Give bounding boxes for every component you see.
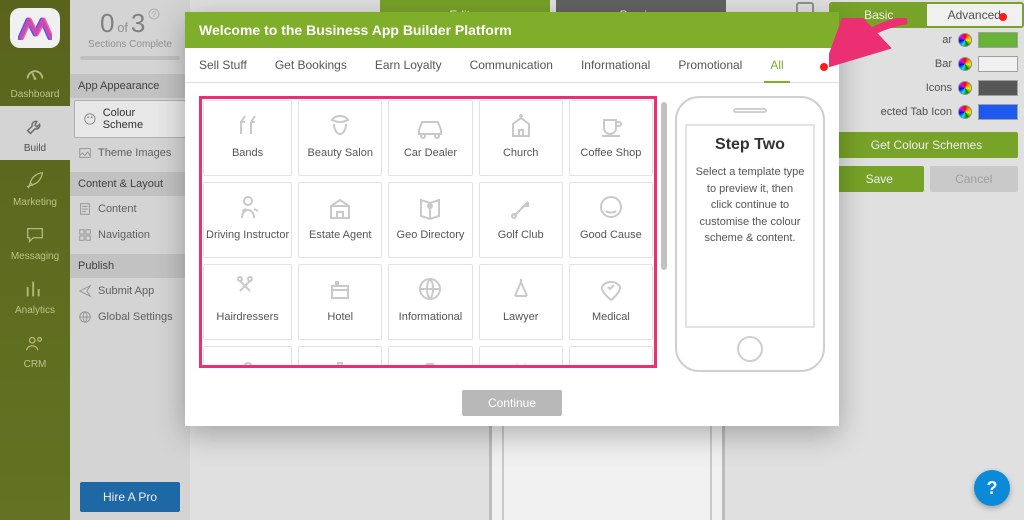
tab-all[interactable]: All	[756, 48, 797, 82]
modal-title: Welcome to the Business App Builder Plat…	[185, 12, 839, 48]
tab-promotional[interactable]: Promotional	[664, 48, 756, 82]
template-label: Coffee Shop	[572, 147, 650, 159]
template-tile[interactable]	[569, 346, 653, 368]
template-tile[interactable]: Good Cause	[569, 182, 653, 258]
template-tile[interactable]: Bands	[203, 100, 292, 176]
template-icon	[572, 189, 650, 225]
template-label: Hairdressers	[206, 311, 289, 323]
annotation-dot	[820, 63, 828, 71]
template-tile[interactable]	[203, 346, 292, 368]
template-label: Medical	[572, 311, 650, 323]
template-label: Golf Club	[482, 229, 560, 241]
template-label: Estate Agent	[301, 229, 379, 241]
template-label: Informational	[391, 311, 469, 323]
step-body: Select a template type to preview it, th…	[695, 164, 805, 247]
template-tile[interactable]: Geo Directory	[388, 182, 472, 258]
template-tile[interactable]	[479, 346, 563, 368]
template-label: Beauty Salon	[301, 147, 379, 159]
template-icon	[482, 271, 560, 307]
template-icon	[391, 107, 469, 143]
template-icon	[391, 189, 469, 225]
template-tile[interactable]: Hairdressers	[203, 264, 292, 340]
tab-sell-stuff[interactable]: Sell Stuff	[185, 48, 261, 82]
template-tile[interactable]: Church	[479, 100, 563, 176]
tab-informational[interactable]: Informational	[567, 48, 664, 82]
tab-get-bookings[interactable]: Get Bookings	[261, 48, 361, 82]
annotation-dot	[999, 13, 1007, 21]
template-icon	[391, 353, 469, 368]
template-tile[interactable]: Medical	[569, 264, 653, 340]
template-label: Geo Directory	[391, 229, 469, 241]
template-grid: Bands Beauty Salon Car Dealer Church Coffee …	[199, 96, 657, 368]
template-tile[interactable]	[388, 346, 472, 368]
template-icon	[391, 271, 469, 307]
template-tile[interactable]: Golf Club	[479, 182, 563, 258]
template-icon	[482, 189, 560, 225]
template-label: Car Dealer	[391, 147, 469, 159]
template-label: Bands	[206, 147, 289, 159]
template-tile[interactable]: Informational	[388, 264, 472, 340]
template-label: Good Cause	[572, 229, 650, 241]
template-label: Lawyer	[482, 311, 560, 323]
template-category-tabs: Sell Stuff Get Bookings Earn Loyalty Com…	[185, 48, 839, 83]
template-tile[interactable]: Coffee Shop	[569, 100, 653, 176]
template-tile[interactable]: Lawyer	[479, 264, 563, 340]
tab-earn-loyalty[interactable]: Earn Loyalty	[361, 48, 456, 82]
template-icon: a	[301, 353, 379, 368]
template-label: Driving Instructor	[206, 229, 289, 241]
template-icon	[206, 107, 289, 143]
template-tile[interactable]: Hotel	[298, 264, 382, 340]
continue-button[interactable]: Continue	[462, 390, 562, 416]
grid-scrollbar[interactable]	[661, 102, 667, 270]
tab-communication[interactable]: Communication	[456, 48, 567, 82]
help-fab[interactable]: ?	[974, 470, 1010, 506]
template-tile[interactable]: a	[298, 346, 382, 368]
template-icon	[482, 353, 560, 368]
template-label: Church	[482, 147, 560, 159]
template-icon	[206, 353, 289, 368]
onboarding-modal: Welcome to the Business App Builder Plat…	[185, 12, 839, 426]
template-label: Hotel	[301, 311, 379, 323]
template-icon	[572, 107, 650, 143]
template-icon	[206, 189, 289, 225]
template-icon	[301, 271, 379, 307]
template-tile[interactable]: Driving Instructor	[203, 182, 292, 258]
template-icon	[572, 353, 650, 368]
template-icon	[301, 189, 379, 225]
template-icon	[572, 271, 650, 307]
step-title: Step Two	[695, 136, 805, 154]
template-icon	[482, 107, 560, 143]
template-tile[interactable]: Beauty Salon	[298, 100, 382, 176]
step-phone-preview: Step Two Select a template type to previ…	[675, 96, 825, 372]
template-icon	[206, 271, 289, 307]
template-tile[interactable]: Car Dealer	[388, 100, 472, 176]
template-tile[interactable]: Estate Agent	[298, 182, 382, 258]
template-icon	[301, 107, 379, 143]
